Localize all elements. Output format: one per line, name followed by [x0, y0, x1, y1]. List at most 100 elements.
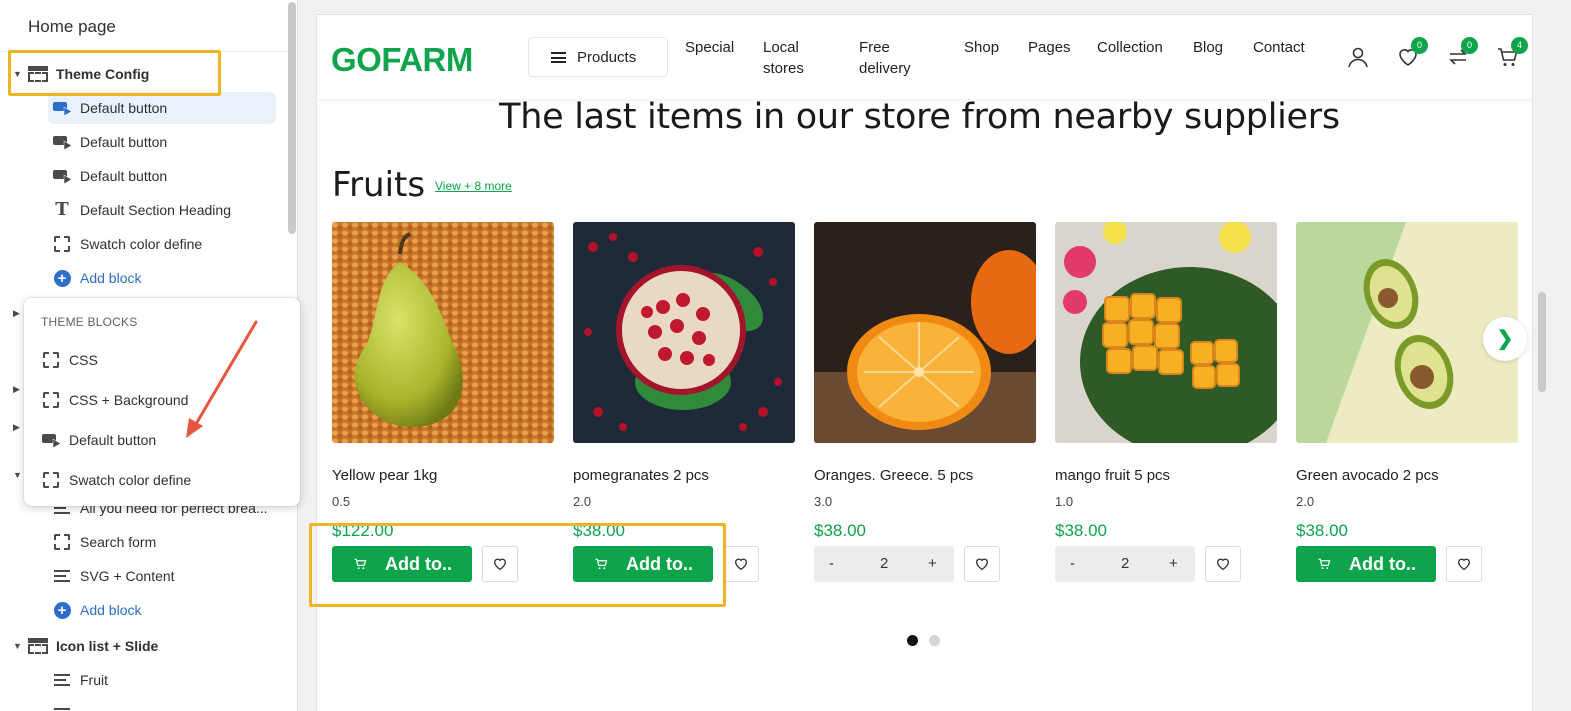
- heart-icon: [1457, 558, 1471, 571]
- popover-item-swatch-color-define[interactable]: Swatch color define: [24, 462, 300, 498]
- add-block-button[interactable]: + Add block: [0, 262, 285, 294]
- quantity-stepper[interactable]: - 2 +: [1055, 546, 1195, 582]
- view-more-link[interactable]: View + 8 more: [435, 179, 512, 193]
- store-preview: GOFARM Products Special Local stores Fre…: [316, 14, 1533, 711]
- block-icon: [42, 472, 60, 488]
- heart-icon: [975, 558, 989, 571]
- add-block-button-2[interactable]: + Add block: [0, 594, 285, 626]
- chevron-right-icon[interactable]: ▶: [13, 384, 20, 395]
- button-icon: [42, 433, 62, 449]
- qty-increment[interactable]: +: [928, 555, 937, 572]
- product-image-pomegranate[interactable]: [573, 222, 795, 443]
- quantity-stepper[interactable]: - 2 +: [814, 546, 954, 582]
- chevron-right-icon[interactable]: ▶: [13, 422, 20, 433]
- qty-value[interactable]: 2: [880, 555, 888, 572]
- block-label: Search form: [80, 534, 157, 550]
- button-icon: [52, 99, 73, 117]
- block-label: Default button: [80, 168, 168, 184]
- cart-icon: [595, 558, 608, 570]
- qty-decrement[interactable]: -: [829, 555, 834, 572]
- block-partial[interactable]: [0, 698, 285, 711]
- section-theme-config[interactable]: ▼ Theme Config: [0, 58, 285, 90]
- product-name[interactable]: Yellow pear 1kg: [332, 467, 437, 484]
- cart-icon: [354, 558, 367, 570]
- preview-scrollbar[interactable]: [1538, 292, 1546, 392]
- product-price: $38.00: [573, 521, 625, 540]
- product-price: $38.00: [1296, 521, 1348, 540]
- add-to-cart-label: Add to..: [1349, 553, 1416, 574]
- nav-contact[interactable]: Contact: [1253, 37, 1305, 58]
- popover-item-css-background[interactable]: CSS + Background: [24, 382, 300, 418]
- nav-blog[interactable]: Blog: [1193, 37, 1223, 58]
- heart-icon: [1216, 558, 1230, 571]
- block-default-section-heading[interactable]: T Default Section Heading: [0, 194, 285, 226]
- popover-item-css[interactable]: CSS: [24, 342, 300, 378]
- hamburger-icon: [551, 52, 566, 63]
- section-label: Icon list + Slide: [56, 638, 159, 654]
- products-menu-button[interactable]: Products: [528, 37, 668, 77]
- product-image-mango[interactable]: [1055, 222, 1277, 443]
- nav-free-delivery[interactable]: Free delivery: [859, 37, 911, 79]
- page-title: Home page: [0, 0, 297, 52]
- product-card: Yellow pear 1kg 0.5 $122.00 Add to..: [332, 222, 554, 582]
- nav-shop[interactable]: Shop: [964, 37, 999, 58]
- product-price: $38.00: [814, 521, 866, 540]
- block-label: Swatch color define: [80, 236, 203, 252]
- chevron-down-icon[interactable]: ▼: [13, 641, 22, 651]
- user-icon[interactable]: [1346, 45, 1370, 69]
- sidebar-scrollbar[interactable]: [288, 2, 296, 234]
- chevron-right-icon[interactable]: ▶: [13, 308, 20, 319]
- nav-pages[interactable]: Pages: [1028, 37, 1071, 58]
- block-icon: [52, 235, 72, 253]
- section-heading: The last items in our store from nearby …: [499, 97, 1340, 137]
- store-logo[interactable]: GOFARM: [331, 41, 473, 79]
- wishlist-button[interactable]: [1446, 546, 1482, 582]
- block-icon: [42, 392, 60, 408]
- block-label: Default Section Heading: [80, 202, 231, 218]
- wishlist-button[interactable]: [723, 546, 759, 582]
- block-search-form[interactable]: Search form: [0, 526, 285, 558]
- add-block-label: Add block: [80, 270, 142, 286]
- product-name[interactable]: pomegranates 2 pcs: [573, 467, 709, 484]
- carousel-next-button[interactable]: ❯: [1483, 317, 1527, 361]
- product-price: $38.00: [1055, 521, 1107, 540]
- chevron-down-icon[interactable]: ▼: [13, 470, 22, 480]
- block-default-button-2[interactable]: Default button: [0, 126, 285, 158]
- qty-value[interactable]: 2: [1121, 555, 1129, 572]
- heart-icon: [493, 558, 507, 571]
- block-default-button-3[interactable]: Default button: [0, 160, 285, 192]
- section-icon-list-slide[interactable]: ▼ Icon list + Slide: [0, 630, 285, 662]
- add-to-cart-label: Add to..: [385, 553, 452, 574]
- product-image-orange[interactable]: [814, 222, 1036, 443]
- product-name[interactable]: mango fruit 5 pcs: [1055, 467, 1170, 484]
- wishlist-button[interactable]: [1205, 546, 1241, 582]
- product-weight: 1.0: [1055, 494, 1074, 509]
- nav-special[interactable]: Special: [685, 37, 734, 58]
- qty-increment[interactable]: +: [1169, 555, 1178, 572]
- wishlist-count-badge: 0: [1411, 37, 1428, 54]
- block-label: Default button: [80, 134, 168, 150]
- nav-local-stores[interactable]: Local stores: [763, 37, 804, 79]
- add-to-cart-button[interactable]: Add to..: [332, 546, 472, 582]
- cart-icon: [1318, 558, 1331, 570]
- plus-circle-icon: +: [52, 269, 72, 287]
- section-label: Theme Config: [56, 66, 150, 82]
- block-default-button-1[interactable]: Default button: [0, 92, 285, 124]
- nav-collection[interactable]: Collection: [1097, 37, 1163, 58]
- block-svg-content[interactable]: SVG + Content: [0, 560, 285, 592]
- qty-decrement[interactable]: -: [1070, 555, 1075, 572]
- product-name[interactable]: Green avocado 2 pcs: [1296, 467, 1439, 484]
- product-image-pear[interactable]: [332, 222, 554, 443]
- block-swatch-color-define[interactable]: Swatch color define: [0, 228, 285, 260]
- add-to-cart-button[interactable]: Add to..: [573, 546, 713, 582]
- block-icon: [42, 352, 60, 368]
- add-to-cart-button[interactable]: Add to..: [1296, 546, 1436, 582]
- popover-item-default-button[interactable]: Default button: [24, 422, 300, 458]
- product-name[interactable]: Oranges. Greece. 5 pcs: [814, 467, 973, 484]
- carousel-dot-active[interactable]: [907, 635, 918, 646]
- wishlist-button[interactable]: [964, 546, 1000, 582]
- block-fruit[interactable]: Fruit: [0, 664, 285, 696]
- carousel-dot[interactable]: [929, 635, 940, 646]
- wishlist-button[interactable]: [482, 546, 518, 582]
- chevron-down-icon[interactable]: ▼: [13, 69, 22, 79]
